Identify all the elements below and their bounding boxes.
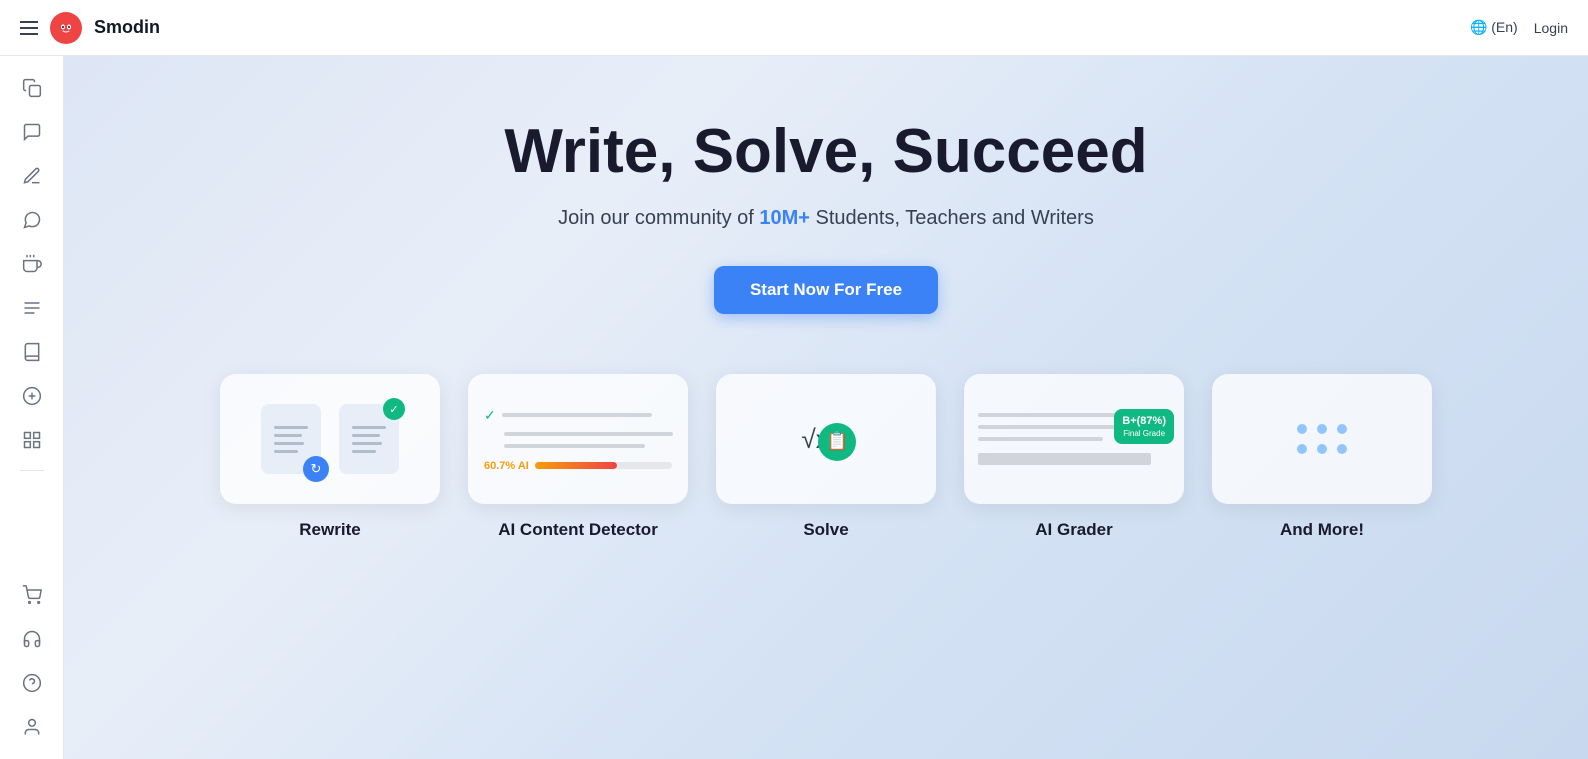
hero-title: Write, Solve, Succeed (504, 116, 1147, 187)
logo-text: Smodin (94, 17, 160, 38)
header-right: 🌐 (En) Login (1470, 19, 1568, 36)
solve-visual: √x ? 📋 (716, 374, 936, 504)
login-button[interactable]: Login (1534, 20, 1568, 36)
features-row: ↻ ✓ Rewrite (220, 374, 1432, 540)
sidebar-icon-grid[interactable] (12, 420, 52, 460)
sidebar-icon-cart[interactable] (12, 575, 52, 615)
sidebar-icon-text[interactable] (12, 376, 52, 416)
sidebar-icon-headset[interactable] (12, 619, 52, 659)
detector-visual: ✓ 60.7% AI (468, 374, 688, 504)
rewrite-label: Rewrite (299, 520, 360, 540)
sidebar-divider (20, 470, 44, 471)
feature-more: And More! (1212, 374, 1432, 540)
logo-icon (50, 12, 82, 44)
main-content: Write, Solve, Succeed Join our community… (64, 56, 1588, 759)
rewrite-visual: ↻ ✓ (220, 374, 440, 504)
hero-subtitle: Join our community of 10M+ Students, Tea… (558, 207, 1094, 230)
grade-sub: Final Grade (1122, 429, 1166, 439)
header: Smodin 🌐 (En) Login (0, 0, 1588, 56)
grade-value: B+(87%) (1122, 414, 1166, 428)
grader-label: AI Grader (1035, 520, 1112, 540)
sidebar-icon-hand[interactable] (12, 244, 52, 284)
sidebar (0, 56, 64, 759)
hamburger-menu[interactable] (20, 21, 38, 35)
sidebar-icon-pencil[interactable] (12, 156, 52, 196)
feature-solve: √x ? 📋 Solve (716, 374, 936, 540)
feature-rewrite: ↻ ✓ Rewrite (220, 374, 440, 540)
sidebar-icon-user[interactable] (12, 707, 52, 747)
grader-visual: B+(87%) Final Grade (964, 374, 1184, 504)
sidebar-icon-help[interactable] (12, 663, 52, 703)
language-button[interactable]: 🌐 (En) (1470, 19, 1518, 36)
sidebar-icon-chat[interactable] (12, 112, 52, 152)
sidebar-bottom (12, 575, 52, 747)
main-layout: Write, Solve, Succeed Join our community… (0, 56, 1588, 759)
dots-grid (1297, 424, 1347, 454)
sidebar-icon-message[interactable] (12, 200, 52, 240)
more-visual (1212, 374, 1432, 504)
ai-percent-label: 60.7% AI (484, 460, 529, 472)
start-button[interactable]: Start Now For Free (714, 266, 938, 314)
sidebar-icon-copy[interactable] (12, 68, 52, 108)
sidebar-icon-lines[interactable] (12, 288, 52, 328)
feature-detector: ✓ 60.7% AI AI Content Detector (468, 374, 688, 540)
solve-badge-icon: 📋 (818, 423, 856, 461)
more-label: And More! (1280, 520, 1364, 540)
header-left: Smodin (20, 12, 160, 44)
feature-grader: B+(87%) Final Grade AI Grader (964, 374, 1184, 540)
sidebar-icon-book[interactable] (12, 332, 52, 372)
solve-label: Solve (803, 520, 848, 540)
detector-label: AI Content Detector (498, 520, 658, 540)
